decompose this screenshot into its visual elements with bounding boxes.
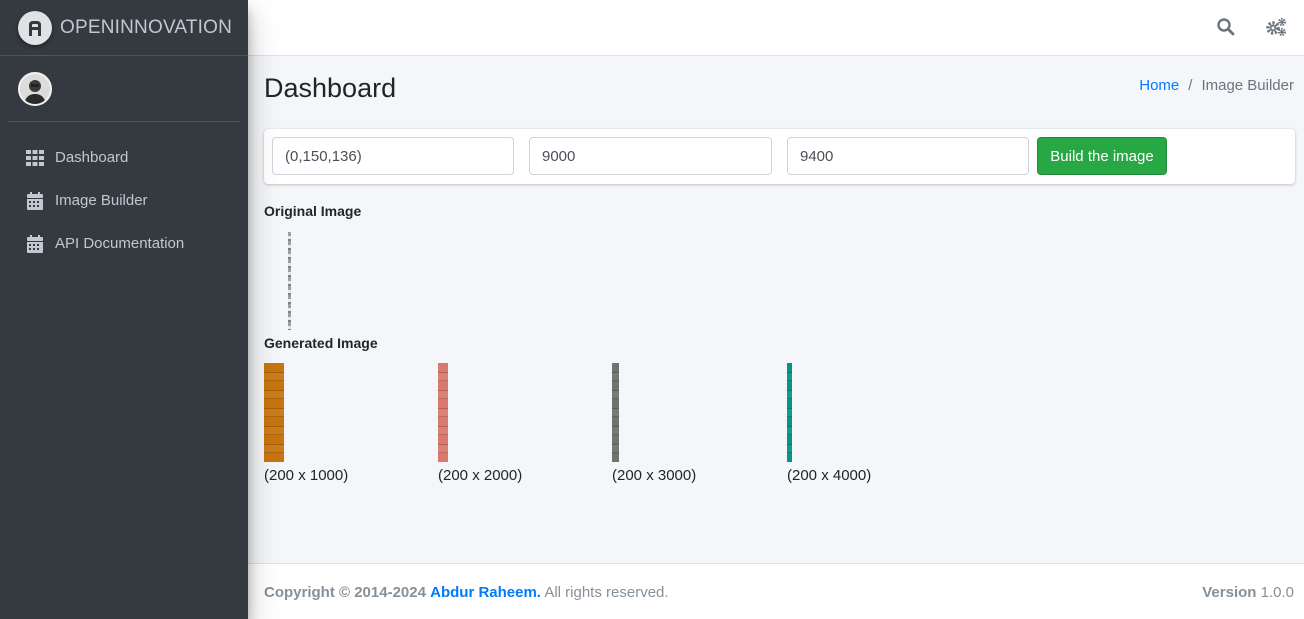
build-image-button[interactable]: Build the image xyxy=(1037,137,1167,175)
user-panel xyxy=(8,56,240,122)
calendar-icon xyxy=(27,191,43,210)
grid-icon xyxy=(26,149,44,166)
generated-image-caption: (200 x 4000) xyxy=(787,467,872,484)
generated-image-caption: (200 x 1000) xyxy=(264,467,349,484)
image-builder-form: Build the image xyxy=(264,129,1295,184)
brand-link[interactable]: OPENINNOVATION xyxy=(0,0,248,56)
generated-image-item: (200 x 3000) xyxy=(612,363,696,484)
sidebar-item-label: API Documentation xyxy=(55,235,185,252)
breadcrumb-home-link[interactable]: Home xyxy=(1139,77,1179,94)
breadcrumb: Home / Image Builder xyxy=(1139,77,1294,94)
rights-text: All rights reserved. xyxy=(544,584,669,601)
breadcrumb-current: Image Builder xyxy=(1201,77,1294,94)
brand-name: OPENINNOVATION xyxy=(60,16,233,38)
generated-image-item: (200 x 2000) xyxy=(438,363,522,484)
version-value: 1.0.0 xyxy=(1260,584,1294,601)
original-image xyxy=(288,232,291,330)
calendar-icon xyxy=(27,234,43,253)
width-input[interactable] xyxy=(529,137,772,175)
generated-image-item: (200 x 4000) xyxy=(787,363,871,484)
top-navbar xyxy=(248,0,1304,56)
generated-image xyxy=(787,363,792,462)
content-wrapper: Dashboard Home / Image Builder Build the i… xyxy=(248,56,1304,563)
sidebar-item-image-builder[interactable]: Image Builder xyxy=(0,179,248,222)
breadcrumb-separator: / xyxy=(1188,77,1193,94)
color-input[interactable] xyxy=(272,137,514,175)
generated-image xyxy=(438,363,448,462)
original-image-label: Original Image xyxy=(264,203,362,219)
sidebar-nav: Dashboard Image Builder API Documentatio… xyxy=(0,122,248,265)
sidebar-item-label: Dashboard xyxy=(55,149,129,166)
generated-image xyxy=(264,363,284,462)
generated-image-caption: (200 x 2000) xyxy=(438,467,523,484)
copyright-text: Copyright © 2014-2024 xyxy=(264,584,426,601)
sidebar-item-label: Image Builder xyxy=(55,192,148,209)
generated-image-caption: (200 x 3000) xyxy=(612,467,697,484)
sidebar-item-dashboard[interactable]: Dashboard xyxy=(0,136,248,179)
gears-icon[interactable] xyxy=(1265,17,1286,37)
page-title: Dashboard xyxy=(264,73,397,103)
height-input[interactable] xyxy=(787,137,1029,175)
generated-image-label: Generated Image xyxy=(264,335,378,351)
footer-copyright: Copyright © 2014-2024 Abdur Raheem. All … xyxy=(264,584,669,601)
avatar[interactable] xyxy=(18,71,52,106)
main-sidebar: OPENINNOVATION Dashboard Image Builder A… xyxy=(0,0,248,619)
version-label: Version xyxy=(1202,584,1257,601)
search-icon[interactable] xyxy=(1216,17,1236,37)
main-footer: Copyright © 2014-2024 Abdur Raheem. All … xyxy=(248,563,1304,619)
author-link[interactable]: Abdur Raheem. xyxy=(430,584,541,601)
generated-image-item: (200 x 1000) xyxy=(264,363,348,484)
brand-logo-icon xyxy=(18,10,52,45)
footer-version: Version 1.0.0 xyxy=(1202,584,1294,601)
generated-image xyxy=(612,363,619,462)
sidebar-item-api-documentation[interactable]: API Documentation xyxy=(0,222,248,265)
